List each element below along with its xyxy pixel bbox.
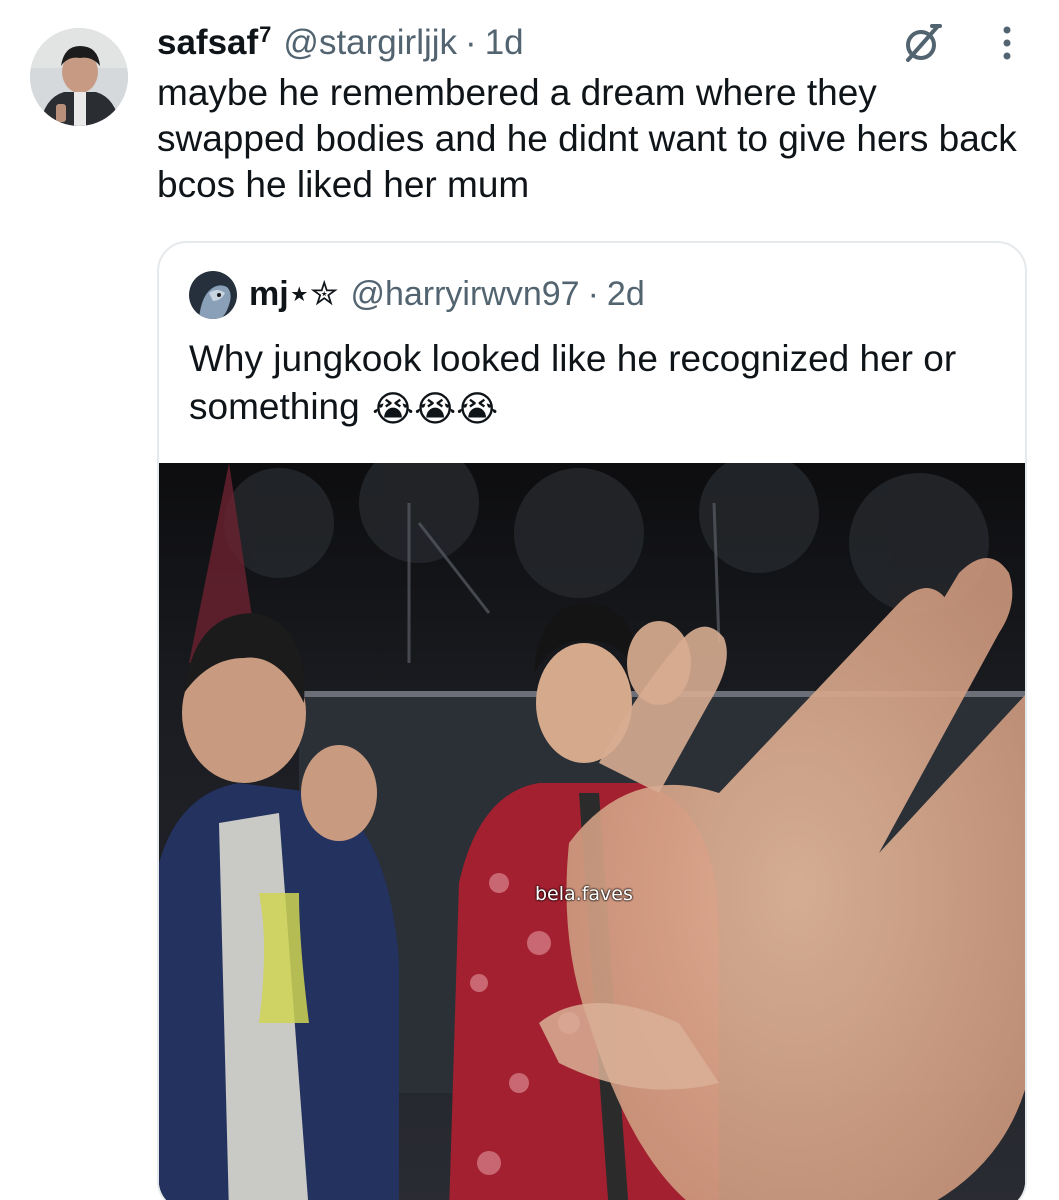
tweet[interactable]: safsaf 7 @stargirljjk · 1d maybe he reme… <box>0 0 1059 1200</box>
crying-emoji-icon: 😭😭😭 <box>372 388 499 429</box>
author-display-name[interactable]: safsaf <box>157 18 258 68</box>
author-handle[interactable]: @stargirljjk <box>283 18 457 68</box>
quoted-tweet-timestamp[interactable]: 2d <box>607 267 645 321</box>
tweet-text: maybe he remembered a dream where they s… <box>157 72 1017 205</box>
author-name-badge: 7 <box>259 22 272 47</box>
quoted-tweet[interactable]: mj⋆✮ @harryirwvn97 · 2d Why jungkook loo… <box>157 241 1027 1200</box>
tweet-timestamp[interactable]: 1d <box>485 18 524 68</box>
quoted-tweet-body: Why jungkook looked like he recognized h… <box>189 338 957 427</box>
more-options-icon[interactable] <box>997 22 1017 64</box>
tweet-header: safsaf 7 @stargirljjk · 1d <box>157 18 524 68</box>
header-separator: · <box>465 23 477 62</box>
quoted-tweet-header: mj⋆✮ @harryirwvn97 · 2d <box>249 267 645 321</box>
quoted-header-separator: · <box>587 275 599 313</box>
author-avatar[interactable] <box>30 28 128 126</box>
quoted-author-handle[interactable]: @harryirwvn97 <box>350 267 579 321</box>
quoted-tweet-video[interactable]: bela.faves <box>159 463 1025 1200</box>
grok-icon[interactable] <box>900 20 946 66</box>
quoted-author-avatar[interactable] <box>189 271 237 319</box>
quoted-author-display-name[interactable]: mj⋆✮ <box>249 267 338 321</box>
quoted-tweet-text: Why jungkook looked like he recognized h… <box>189 335 1009 431</box>
video-watermark: bela.faves <box>535 883 633 905</box>
